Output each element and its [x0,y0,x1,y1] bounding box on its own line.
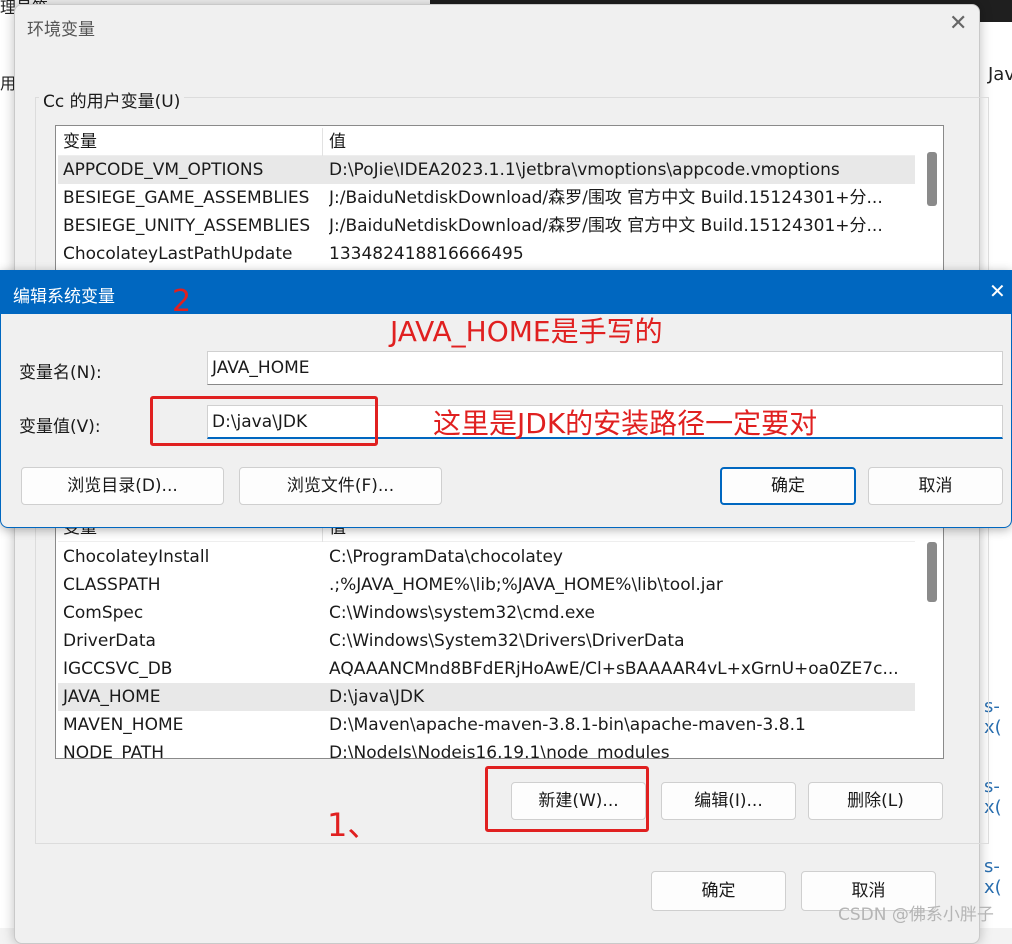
var-name: BESIEGE_GAME_ASSEMBLIES [63,188,310,208]
var-name: ChocolateyInstall [63,547,210,567]
user-vars-label: Cc 的用户变量(U) [39,87,185,112]
var-name: DriverData [63,631,156,651]
ok-button[interactable]: 确定 [720,467,856,505]
background-link[interactable]: s-x( [984,856,1012,898]
var-value: J:/BaiduNetdiskDownload/森罗/围攻 官方中文 Build… [329,188,883,208]
var-name: ChocolateyLastPathUpdate [63,244,293,264]
var-value: J:/BaiduNetdiskDownload/森罗/围攻 官方中文 Build… [329,216,883,236]
var-value: C:\Windows\system32\cmd.exe [329,603,596,623]
edit-dialog-title: 编辑系统变量 [13,287,115,307]
var-value: D:\Maven\apache-maven-3.8.1-bin\apache-m… [329,715,806,735]
var-name: NODE_PATH [63,743,165,759]
var-value: C:\Windows\System32\Drivers\DriverData [329,631,685,651]
cancel-button[interactable]: 取消 [868,467,1003,505]
table-row[interactable]: JAVA_HOME D:\java\JDK [58,683,915,711]
table-row[interactable]: CLASSPATH .;%JAVA_HOME%\lib;%JAVA_HOME%\l… [58,571,915,599]
browse-directory-button[interactable]: 浏览目录(D)... [21,467,224,505]
table-row[interactable]: APPCODE_VM_OPTIONS D:\PoJie\IDEA2023.1.1\… [58,156,915,184]
scrollbar[interactable] [927,152,937,206]
annotation-value-note: 这里是JDK的安装路径一定要对 [433,407,818,440]
column-header-value[interactable]: 值 [329,128,919,156]
table-row[interactable]: BESIEGE_UNITY_ASSEMBLIES J:/BaiduNetdiskD… [58,212,915,240]
table-row[interactable]: MAVEN_HOME D:\Maven\apache-maven-3.8.1-bi… [58,711,915,739]
ok-button[interactable]: 确定 [651,871,786,911]
var-name: CLASSPATH [63,575,161,595]
var-name: APPCODE_VM_OPTIONS [63,160,264,180]
table-row[interactable]: ChocolateyInstall C:\ProgramData\chocolat… [58,543,915,571]
watermark: CSDN @佛系小胖子 [838,905,994,925]
background-text: Jav [988,64,1012,85]
var-value: C:\ProgramData\chocolatey [329,547,563,567]
list-header: 变量 值 [58,128,915,156]
table-row[interactable]: BESIEGE_GAME_ASSEMBLIES J:/BaiduNetdiskDo… [58,184,915,212]
edit-dialog-titlebar: 编辑系统变量 ✕ [1,271,1012,314]
system-vars-list[interactable]: 变量值 ChocolateyInstall C:\ProgramData\choc… [55,513,944,759]
edit-button[interactable]: 编辑(I)... [661,782,796,820]
column-header-variable[interactable]: 变量 [63,128,97,156]
table-row[interactable]: ComSpec C:\Windows\system32\cmd.exe [58,599,915,627]
var-name: JAVA_HOME [63,687,161,707]
table-row[interactable]: DriverData C:\Windows\System32\Drivers\Dr… [58,627,915,655]
var-name: ComSpec [63,603,144,623]
var-name-label: 变量名(N): [19,363,102,383]
table-row[interactable]: IGCCSVC_DB AQAAANCMnd8BFdERjHoAwE/Cl+sBAA… [58,655,915,683]
highlight-box-value [150,396,378,446]
var-value: D:\PoJie\IDEA2023.1.1\jetbra\vmoptions\a… [329,160,840,180]
annotation-step-2: 2 [172,284,192,319]
close-icon[interactable]: ✕ [989,279,1006,303]
highlight-box-new [485,766,649,832]
scrollbar[interactable] [927,542,937,602]
var-value: D:\java\JDK [329,687,425,707]
annotation-step-1: 1、 [327,806,380,844]
var-name: IGCCSVC_DB [63,659,173,679]
annotation-name-note: JAVA_HOME是手写的 [390,315,663,348]
var-name-input[interactable]: JAVA_HOME [207,351,1003,385]
var-name: MAVEN_HOME [63,715,184,735]
table-row[interactable]: NODE_PATH D:\NodeJs\Nodejs16.19.1\node_mo… [58,739,915,759]
close-icon[interactable]: ✕ [949,11,967,36]
browse-file-button[interactable]: 浏览文件(F)... [239,467,442,505]
var-value-label: 变量值(V): [19,417,101,437]
var-value: AQAAANCMnd8BFdERjHoAwE/Cl+sBAAAAR4vL+xGr… [329,659,899,679]
var-name: BESIEGE_UNITY_ASSEMBLIES [63,216,311,236]
delete-button[interactable]: 删除(L) [808,782,943,820]
user-vars-list[interactable]: 变量 值 APPCODE_VM_OPTIONS D:\PoJie\IDEA2023… [55,125,944,285]
table-row[interactable]: ChocolateyLastPathUpdate 1334824188166664… [58,240,915,268]
var-value: D:\NodeJs\Nodejs16.19.1\node_modules [329,743,670,759]
dialog-title: 环境变量 [27,20,95,40]
var-value: 133482418816666495 [329,244,524,264]
var-value: .;%JAVA_HOME%\lib;%JAVA_HOME%\lib\tool.j… [329,575,723,595]
